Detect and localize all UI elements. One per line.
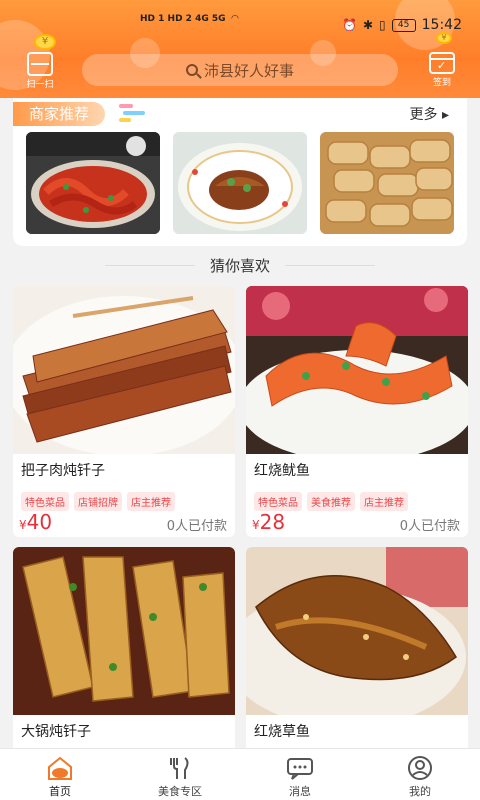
search-icon — [185, 64, 198, 76]
paid-count: 0人已付款 — [166, 519, 227, 534]
bottom-nav: 首页 美食专区 消息 我的 — [0, 748, 480, 800]
scan-icon — [27, 52, 53, 76]
tag: 特色菜品 — [254, 492, 302, 511]
paid-count: 0人已付款 — [399, 519, 460, 534]
product-image — [13, 286, 235, 456]
nav-food-zone[interactable]: 美食专区 — [120, 749, 240, 800]
nav-label: 我的 — [409, 785, 431, 798]
product-image — [246, 286, 468, 462]
guess-you-like-title: 猜你喜欢 — [0, 255, 480, 276]
nav-home[interactable]: 首页 — [0, 749, 120, 800]
merchant-title: 商家推荐 — [13, 102, 106, 126]
calendar-icon — [429, 52, 455, 74]
tag: 店主推荐 — [360, 492, 408, 511]
product-card[interactable]: 红烧草鱼 — [246, 547, 468, 757]
nav-label: 首页 — [49, 785, 71, 798]
cutlery-icon — [170, 757, 189, 779]
merchant-thumb-crayfish[interactable] — [26, 132, 160, 234]
product-price: ¥40 — [19, 510, 52, 534]
product-name: 红烧鱿鱼 — [254, 463, 310, 479]
product-image — [13, 547, 235, 715]
tag: 店主推荐 — [127, 492, 175, 511]
bluetooth-icon: ✱ — [362, 18, 374, 32]
nav-profile[interactable]: 我的 — [360, 749, 480, 800]
message-icon — [287, 758, 313, 780]
scan-button[interactable]: 扫一扫 — [18, 52, 62, 90]
price-value: 40 — [26, 510, 53, 534]
product-name: 把子肉炖钎子 — [21, 463, 105, 479]
merchant-thumb-tofu-rolls[interactable] — [320, 132, 454, 234]
checkin-button[interactable]: 签到 — [420, 52, 464, 90]
nav-label: 美食专区 — [158, 785, 202, 798]
currency-symbol: ¥ — [19, 518, 27, 532]
network-indicator: HD 1 HD 2 4G 5G — [140, 14, 226, 24]
checkin-label: 签到 — [432, 78, 451, 88]
status-bar: HD 1 HD 2 4G 5G ◠ ⏰ ✱ ▯ 45 15:42 — [0, 0, 480, 40]
search-placeholder: 沛县好人好事 — [203, 61, 294, 80]
header-bar: ¥ ¥ HD 1 HD 2 4G 5G ◠ ⏰ ✱ ▯ 45 15:42 扫一扫… — [0, 0, 480, 98]
price-value: 28 — [259, 510, 286, 534]
scan-label: 扫一扫 — [26, 80, 54, 90]
nav-label: 消息 — [289, 785, 311, 798]
tag: 美食推荐 — [307, 492, 355, 511]
tag: 特色菜品 — [21, 492, 69, 511]
title-decoration — [119, 104, 145, 125]
tag: 店铺招牌 — [74, 492, 122, 511]
product-card[interactable]: 红烧鱿鱼 特色菜品 美食推荐 店主推荐 ¥28 0人已付款 — [246, 286, 468, 537]
profile-icon — [408, 756, 432, 780]
tag-list: 特色菜品 美食推荐 店主推荐 — [254, 492, 408, 511]
search-input[interactable]: 沛县好人好事 — [82, 54, 398, 86]
merchant-recommend-section: 商家推荐 更多 ▸ — [13, 98, 467, 246]
battery-icon: 45 — [391, 18, 416, 32]
currency-symbol: ¥ — [252, 518, 260, 532]
product-price: ¥28 — [252, 510, 285, 534]
product-name: 红烧草鱼 — [254, 724, 310, 740]
product-card[interactable]: 把子肉炖钎子 特色菜品 店铺招牌 店主推荐 ¥40 0人已付款 — [13, 286, 235, 537]
nav-messages[interactable]: 消息 — [240, 749, 360, 800]
vibrate-icon: ▯ — [379, 18, 386, 32]
clock: 15:42 — [421, 17, 462, 33]
product-name: 大锅炖钎子 — [21, 724, 91, 740]
alarm-icon: ⏰ — [342, 18, 357, 32]
product-image — [246, 547, 468, 727]
more-link[interactable]: 更多 ▸ — [410, 104, 449, 124]
product-card[interactable]: 大锅炖钎子 — [13, 547, 235, 757]
merchant-thumb-braised[interactable] — [173, 132, 307, 234]
tag-list: 特色菜品 店铺招牌 店主推荐 — [21, 492, 175, 511]
home-icon — [48, 756, 72, 780]
wifi-icon: ◠ — [231, 14, 239, 24]
